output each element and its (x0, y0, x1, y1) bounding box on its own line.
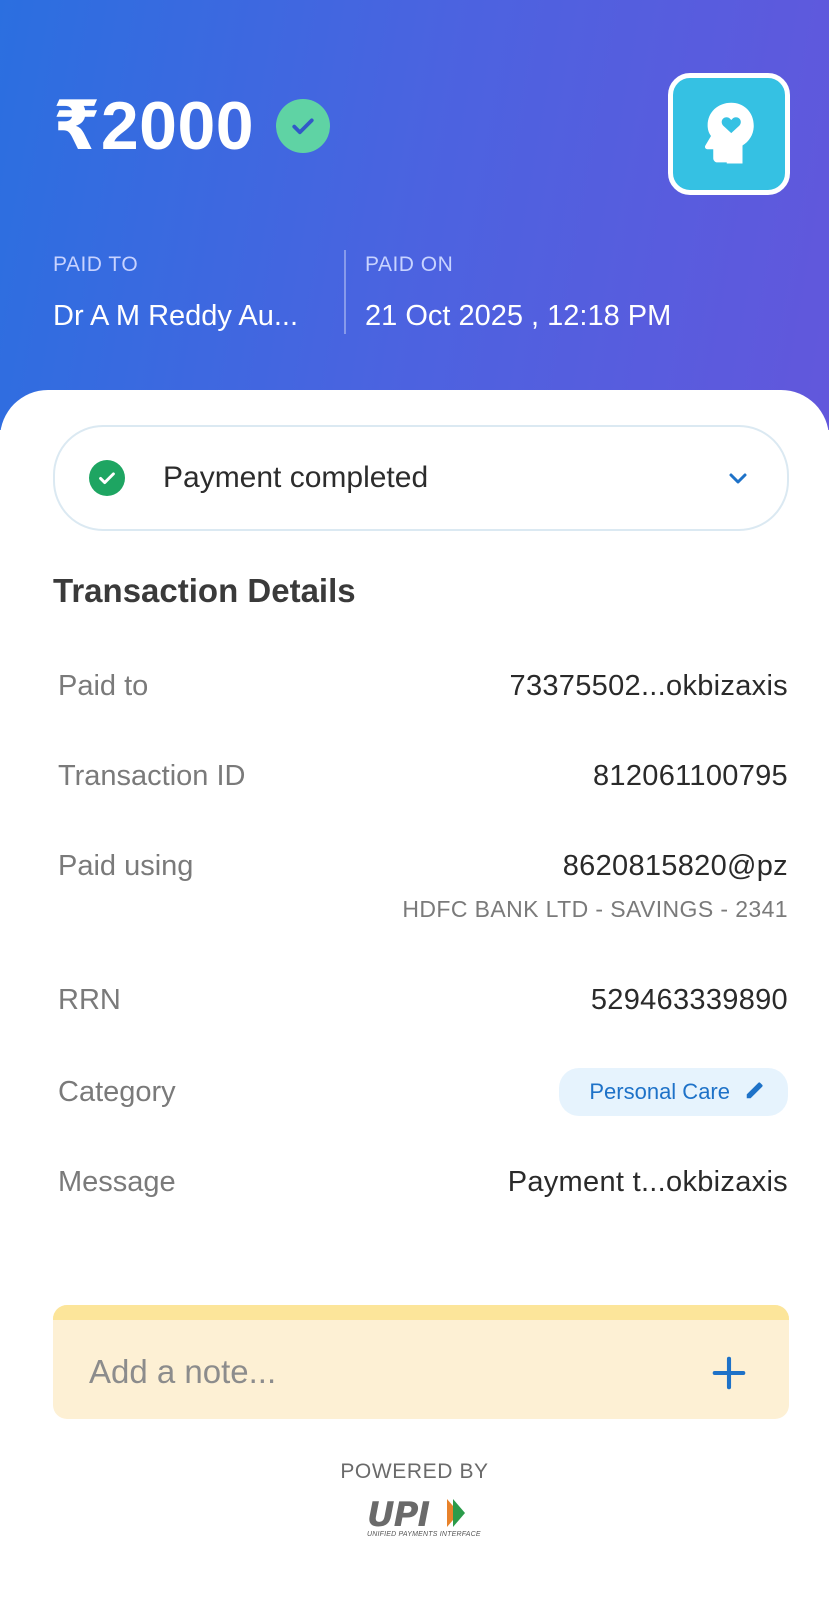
transaction-details-title: Transaction Details (53, 572, 356, 609)
verified-check-icon (276, 99, 331, 153)
category-chip[interactable]: Personal Care (559, 1068, 788, 1116)
row-label: Category (58, 1076, 176, 1108)
paid-using-upi-id[interactable]: 8620815820@pz (402, 848, 788, 884)
row-transaction-id: Transaction ID 812061100795 (58, 758, 788, 794)
powered-by-label: POWERED BY (340, 1460, 489, 1483)
paid-on-datetime: 21 Oct 2025 , 12:18 PM (365, 300, 672, 332)
head-heart-icon (693, 96, 765, 173)
merchant-logo[interactable] (668, 73, 790, 195)
check-circle-icon (89, 460, 125, 496)
paid-to-upi-id[interactable]: 73375502...okbizaxis (510, 668, 788, 704)
chevron-down-icon[interactable] (723, 463, 753, 493)
category-value: Personal Care (589, 1079, 730, 1104)
upi-arrow-icon (447, 1499, 465, 1527)
meta-divider (344, 250, 346, 334)
row-label: Paid to (58, 670, 149, 702)
payment-status-toggle[interactable]: Payment completed (53, 425, 789, 531)
upi-logo: UPI UNIFIED PAYMENTS INTERFACE (367, 1495, 481, 1539)
pencil-icon (744, 1079, 766, 1106)
row-label: Message (58, 1166, 176, 1198)
bank-account-info: HDFC BANK LTD - SAVINGS - 2341 (402, 896, 788, 922)
transaction-id-value[interactable]: 812061100795 (593, 758, 788, 794)
amount: ₹2000 (53, 88, 255, 164)
row-label: Transaction ID (58, 760, 246, 792)
payment-status-text: Payment completed (163, 461, 429, 494)
details-card: Payment completed Transaction Details Pa… (0, 390, 829, 1600)
row-paid-to: Paid to 73375502...okbizaxis (58, 668, 788, 704)
amount-row: ₹2000 (53, 86, 331, 166)
note-top-bar (53, 1305, 789, 1320)
rrn-value[interactable]: 529463339890 (591, 982, 788, 1018)
row-label: RRN (58, 984, 121, 1016)
add-note-box[interactable]: Add a note... (53, 1305, 789, 1419)
paid-on-label: PAID ON (365, 253, 454, 276)
paid-on-block: PAID ON 21 Oct 2025 , 12:18 PM (365, 252, 671, 334)
row-paid-using: Paid using 8620815820@pz HDFC BANK LTD -… (58, 848, 788, 923)
paid-to-block: PAID TO Dr A M Reddy Au... (53, 252, 328, 334)
plus-icon[interactable] (709, 1353, 749, 1393)
row-label: Paid using (58, 850, 194, 882)
row-message: Message Payment t...okbizaxis (58, 1164, 788, 1200)
message-value[interactable]: Payment t...okbizaxis (508, 1164, 788, 1200)
paid-to-label: PAID TO (53, 253, 139, 276)
note-input[interactable]: Add a note... (89, 1353, 276, 1391)
upi-brand: UPI (367, 1495, 430, 1535)
upi-subtitle: UNIFIED PAYMENTS INTERFACE (367, 1531, 481, 1538)
row-rrn: RRN 529463339890 (58, 982, 788, 1018)
paid-to-name[interactable]: Dr A M Reddy Au... (53, 298, 328, 334)
payment-header: ₹2000 PAID TO Dr A M Reddy Au... PAID ON… (0, 0, 829, 430)
row-category: Category Personal Care (58, 1068, 788, 1116)
